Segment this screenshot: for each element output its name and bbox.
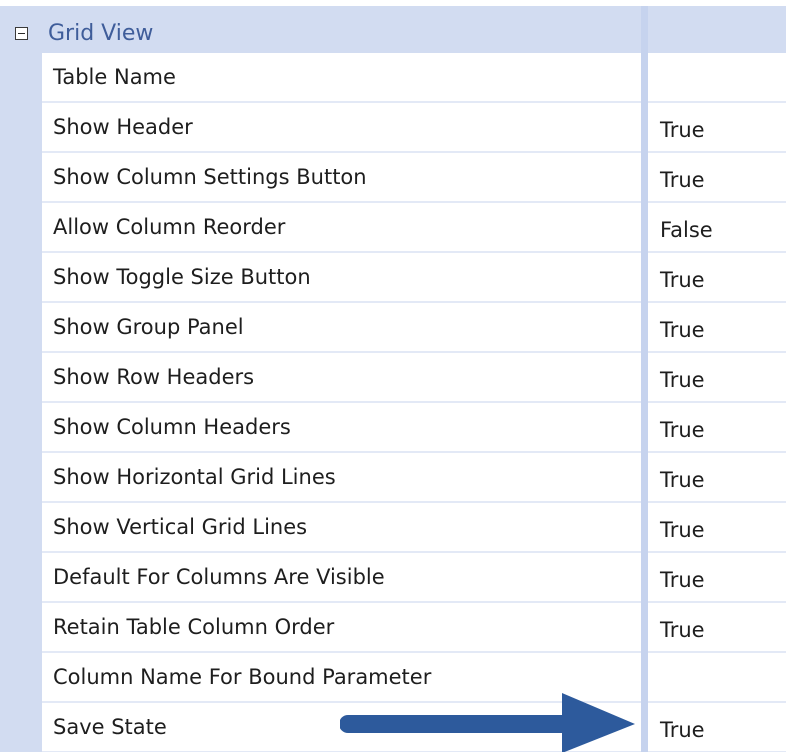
- property-name: Default For Columns Are Visible: [53, 565, 385, 589]
- property-row[interactable]: Show Horizontal Grid Lines True: [42, 453, 786, 503]
- property-row[interactable]: Show Vertical Grid Lines True: [42, 503, 786, 553]
- property-name: Allow Column Reorder: [53, 215, 286, 239]
- property-value[interactable]: True: [660, 366, 705, 394]
- arrow-head: [562, 693, 635, 752]
- property-name: Show Toggle Size Button: [53, 265, 311, 289]
- group-header-row[interactable]: Grid View: [0, 6, 786, 53]
- collapse-minus-icon[interactable]: [15, 27, 28, 40]
- property-row[interactable]: Show Column Headers True: [42, 403, 786, 453]
- property-name: Show Group Panel: [53, 315, 244, 339]
- property-row[interactable]: Show Row Headers True: [42, 353, 786, 403]
- property-row[interactable]: Show Toggle Size Button True: [42, 253, 786, 303]
- property-value[interactable]: False: [660, 216, 713, 244]
- property-name: Show Column Settings Button: [53, 165, 367, 189]
- property-value[interactable]: True: [660, 516, 705, 544]
- property-value[interactable]: True: [660, 566, 705, 594]
- property-row[interactable]: Allow Column Reorder False: [42, 203, 786, 253]
- property-row[interactable]: Show Column Settings Button True: [42, 153, 786, 203]
- property-value[interactable]: True: [660, 416, 705, 444]
- property-row[interactable]: Default For Columns Are Visible True: [42, 553, 786, 603]
- property-name: Save State: [53, 715, 167, 739]
- property-value[interactable]: True: [660, 716, 705, 744]
- property-name: Show Row Headers: [53, 365, 255, 389]
- property-value[interactable]: True: [660, 466, 705, 494]
- arrow-right-icon: [340, 693, 635, 752]
- property-row[interactable]: Retain Table Column Order True: [42, 603, 786, 653]
- property-row[interactable]: Table Name: [42, 53, 786, 103]
- property-value[interactable]: True: [660, 116, 705, 144]
- property-name: Show Header: [53, 115, 193, 139]
- property-name: Show Horizontal Grid Lines: [53, 465, 336, 489]
- column-splitter[interactable]: [641, 6, 648, 752]
- property-value[interactable]: True: [660, 166, 705, 194]
- property-name: Show Vertical Grid Lines: [53, 515, 308, 539]
- property-value[interactable]: True: [660, 316, 705, 344]
- property-row[interactable]: Show Header True: [42, 103, 786, 153]
- group-title: Grid View: [48, 21, 154, 46]
- property-value[interactable]: True: [660, 266, 705, 294]
- property-value[interactable]: True: [660, 616, 705, 644]
- property-name: Retain Table Column Order: [53, 615, 335, 639]
- property-name: Show Column Headers: [53, 415, 291, 439]
- property-name: Column Name For Bound Parameter: [53, 665, 432, 689]
- property-row[interactable]: Show Group Panel True: [42, 303, 786, 353]
- property-grid: Grid View Table Name Show Header True Show …: [0, 0, 786, 752]
- left-gutter: [0, 6, 42, 752]
- property-name: Table Name: [53, 65, 176, 89]
